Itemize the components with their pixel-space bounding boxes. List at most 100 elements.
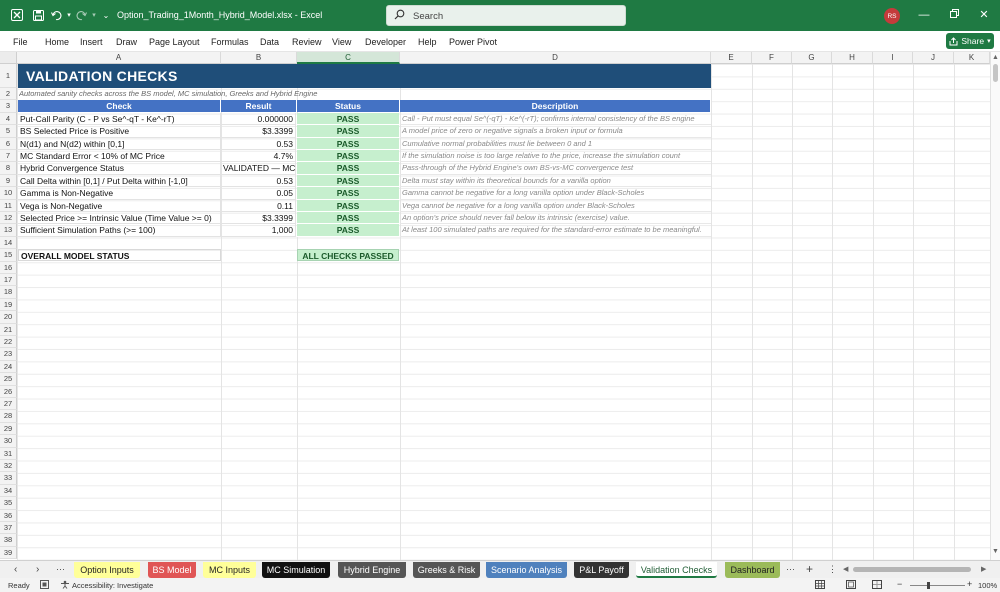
row-header[interactable]: 25 xyxy=(0,373,17,386)
spreadsheet-grid[interactable]: A B C D E F G H I J K 1 2 3 4 5 6 7 8 9 10 11 12 13 1… xyxy=(0,52,1000,560)
row-header[interactable]: 32 xyxy=(0,460,17,473)
header-result[interactable]: Result xyxy=(221,100,297,113)
customize-toolbar-icon[interactable]: ⌄ xyxy=(99,8,113,22)
row-header[interactable]: 22 xyxy=(0,336,17,349)
row-header[interactable]: 37 xyxy=(0,522,17,535)
row-header[interactable]: 26 xyxy=(0,385,17,398)
tab-options-icon[interactable]: ⋮ xyxy=(828,564,837,575)
overall-status-value[interactable]: ALL CHECKS PASSED xyxy=(297,249,399,262)
column-header-g[interactable]: G xyxy=(792,52,832,64)
row-header[interactable]: 8 xyxy=(0,162,17,175)
menu-review[interactable]: Review xyxy=(292,37,322,47)
sheet-title[interactable]: VALIDATION CHECKS xyxy=(18,64,711,88)
sheet-tab-bs-model[interactable]: BS Model xyxy=(148,562,196,578)
column-header-i[interactable]: I xyxy=(873,52,913,64)
column-header-f[interactable]: F xyxy=(752,52,792,64)
column-header-a[interactable]: A xyxy=(17,52,221,64)
scroll-up-icon[interactable]: ▲ xyxy=(992,54,999,61)
sheet-tab-dashboard[interactable]: Dashboard xyxy=(725,562,780,578)
row-header[interactable]: 10 xyxy=(0,187,17,200)
check-name[interactable]: Hybrid Convergence Status xyxy=(18,162,221,175)
row-header[interactable]: 35 xyxy=(0,497,17,510)
menu-file[interactable]: File xyxy=(13,37,28,47)
row-header[interactable]: 38 xyxy=(0,534,17,547)
search-box[interactable]: Search xyxy=(386,5,626,26)
check-name[interactable]: Selected Price >= Intrinsic Value (Time … xyxy=(18,212,221,225)
check-description[interactable]: Cumulative normal probabilities must lie… xyxy=(400,138,711,150)
check-status[interactable]: PASS xyxy=(297,125,399,138)
row-header[interactable]: 20 xyxy=(0,311,17,324)
check-status[interactable]: PASS xyxy=(297,224,399,237)
header-status[interactable]: Status xyxy=(297,100,400,113)
row-header[interactable]: 13 xyxy=(0,224,17,237)
check-description[interactable]: Delta must stay within its theoretical b… xyxy=(400,175,711,188)
zoom-out-icon[interactable]: − xyxy=(897,579,902,589)
check-status[interactable]: PASS xyxy=(297,150,399,163)
sheet-tab-validation-checks[interactable]: Validation Checks xyxy=(636,562,717,578)
zoom-slider-knob[interactable] xyxy=(927,582,930,589)
column-header-e[interactable]: E xyxy=(711,52,752,64)
tab-next-icon[interactable]: › xyxy=(36,564,39,575)
check-status[interactable]: PASS xyxy=(297,137,399,150)
overall-status-label[interactable]: OVERALL MODEL STATUS xyxy=(18,249,221,262)
check-result[interactable]: 0.53 xyxy=(221,137,296,150)
sheet-tab-option-inputs[interactable]: Option Inputs xyxy=(74,562,140,578)
menu-home[interactable]: Home xyxy=(45,37,69,47)
check-status[interactable]: PASS xyxy=(297,162,399,175)
menu-power-pivot[interactable]: Power Pivot xyxy=(449,37,497,47)
add-sheet-icon[interactable]: + xyxy=(806,562,813,576)
check-description[interactable]: If the simulation noise is too large rel… xyxy=(400,150,711,163)
check-name[interactable]: Put-Call Parity (C - P vs Se^-qT - Ke^-r… xyxy=(18,112,221,126)
check-result[interactable]: 0.53 xyxy=(221,174,296,188)
row-header[interactable]: 27 xyxy=(0,398,17,411)
check-result[interactable]: $3.3399 xyxy=(221,125,296,138)
row-header[interactable]: 21 xyxy=(0,323,17,336)
sheet-tab-mc-simulation[interactable]: MC Simulation xyxy=(262,562,330,578)
check-description[interactable]: A model price of zero or negative signal… xyxy=(400,125,711,138)
menu-formulas[interactable]: Formulas xyxy=(211,37,249,47)
check-result[interactable]: 0.000000 xyxy=(221,112,296,126)
check-name[interactable]: Vega is Non-Negative xyxy=(18,199,221,212)
row-header[interactable]: 33 xyxy=(0,472,17,485)
check-status[interactable]: PASS xyxy=(297,112,399,126)
scrollbar-thumb[interactable] xyxy=(993,64,998,82)
check-description[interactable]: An option's price should never fall belo… xyxy=(400,212,711,225)
column-header-b[interactable]: B xyxy=(221,52,297,64)
row-header[interactable]: 17 xyxy=(0,274,17,287)
row-header[interactable]: 15 xyxy=(0,249,17,262)
row-header[interactable]: 19 xyxy=(0,298,17,312)
tab-overflow-icon[interactable]: ··· xyxy=(786,564,795,574)
minimize-icon[interactable]: — xyxy=(916,7,932,23)
check-description[interactable]: At least 100 simulated paths are require… xyxy=(400,224,711,237)
column-header-d[interactable]: D xyxy=(400,52,711,64)
close-icon[interactable]: ✕ xyxy=(976,7,992,23)
restore-icon[interactable] xyxy=(946,7,962,23)
check-result[interactable]: 4.7% xyxy=(221,150,296,163)
horizontal-scrollbar[interactable]: ◀ ▶ xyxy=(843,565,990,574)
row-header[interactable]: 6 xyxy=(0,137,17,150)
check-result[interactable]: 1,000 xyxy=(221,224,296,237)
menu-insert[interactable]: Insert xyxy=(80,37,103,47)
column-header-j[interactable]: J xyxy=(913,52,954,64)
row-header[interactable]: 2 xyxy=(0,88,17,101)
row-header[interactable]: 5 xyxy=(0,125,17,138)
scroll-right-icon[interactable]: ▶ xyxy=(981,565,986,573)
save-icon[interactable] xyxy=(31,8,45,22)
row-header[interactable]: 24 xyxy=(0,360,17,374)
row-header[interactable]: 34 xyxy=(0,484,17,498)
share-button[interactable]: Share ▾ xyxy=(946,33,994,49)
header-check[interactable]: Check xyxy=(18,100,221,113)
row-header[interactable]: 7 xyxy=(0,150,17,163)
undo-icon[interactable] xyxy=(49,8,63,22)
sheet-tab-scenario-analysis[interactable]: Scenario Analysis xyxy=(486,562,567,578)
row-header[interactable]: 4 xyxy=(0,112,17,126)
check-status[interactable]: PASS xyxy=(297,187,399,200)
zoom-in-icon[interactable]: + xyxy=(967,579,972,589)
scroll-left-icon[interactable]: ◀ xyxy=(843,565,848,573)
check-status[interactable]: PASS xyxy=(297,199,399,212)
check-description[interactable]: Gamma cannot be negative for a long vani… xyxy=(400,187,711,200)
column-header-k[interactable]: K xyxy=(954,52,990,64)
page-break-view-icon[interactable] xyxy=(872,580,882,591)
row-header[interactable]: 39 xyxy=(0,546,17,560)
row-header[interactable]: 12 xyxy=(0,212,17,225)
